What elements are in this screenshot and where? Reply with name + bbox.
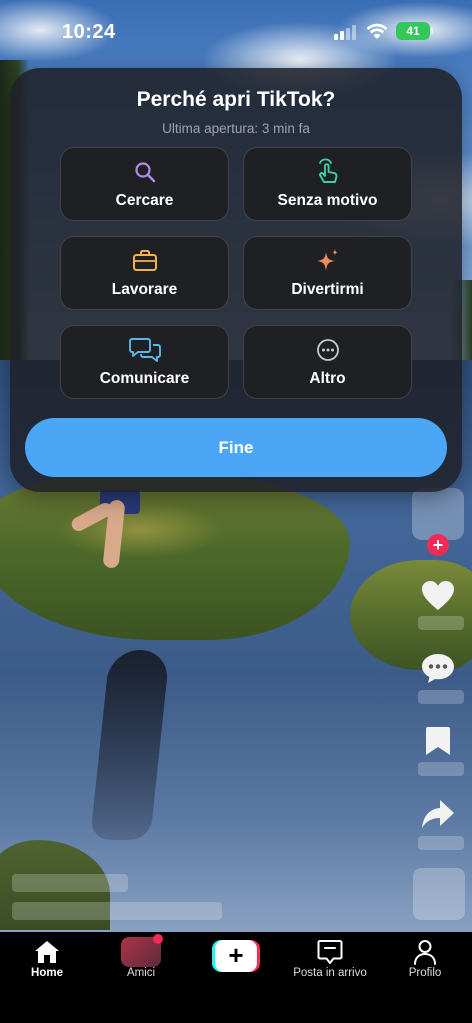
nav-inbox[interactable]: Posta in arrivo [283,932,377,992]
nav-label: Profilo [408,967,442,979]
option-lavorare[interactable]: Lavorare [60,236,229,310]
bottom-nav: Home Amici + Posta in arrivo Profilo [0,932,472,1023]
home-icon [0,938,94,966]
nav-home[interactable]: Home [0,932,94,992]
nav-friends[interactable]: Amici [94,932,188,992]
bookmark-icon[interactable] [412,726,464,756]
creator-avatar[interactable] [412,488,464,540]
popup-subtitle: Ultima apertura: 3 min fa [162,121,310,136]
sparkles-icon [244,247,411,275]
caption-text [12,902,222,920]
grass-island [0,470,350,640]
option-comunicare[interactable]: Comunicare [60,325,229,399]
option-cercare[interactable]: Cercare [60,147,229,221]
option-label: Senza motivo [277,192,378,209]
like-count [418,616,464,630]
comment-icon[interactable] [412,652,464,684]
option-label: Altro [309,370,346,387]
profile-icon [378,938,472,966]
wifi-icon [366,23,388,39]
status-bar: 10:24 41 [0,0,472,60]
follow-plus-icon[interactable]: + [427,534,449,556]
option-label: Comunicare [99,370,190,387]
share-count [418,836,464,850]
nav-label: Amici [126,967,156,979]
briefcase-icon [61,247,228,275]
cellular-signal-icon [334,24,360,40]
popup-title: Perché apri TikTok? [136,88,336,111]
status-time: 10:24 [62,21,116,43]
nav-label: Posta in arrivo [293,967,367,979]
option-label: Divertirmi [291,281,364,298]
nav-label: Home [31,967,63,979]
battery-tip [431,27,433,34]
chat-bubbles-icon [61,336,228,364]
music-disc[interactable] [413,868,465,920]
option-label: Lavorare [111,281,178,298]
search-icon [61,158,228,186]
option-senza-motivo[interactable]: Senza motivo [243,147,412,221]
more-dots-icon [244,336,411,364]
bookmark-count [418,762,464,776]
friends-icon [94,934,188,967]
option-altro[interactable]: Altro [243,325,412,399]
caption-username[interactable] [12,874,128,892]
comment-count [418,690,464,704]
heart-icon[interactable] [412,580,464,612]
nav-create[interactable]: + [189,932,283,992]
option-divertirmi[interactable]: Divertirmi [243,236,412,310]
reason-popup: Perché apri TikTok? Ultima apertura: 3 m… [10,68,462,492]
tap-hand-icon [244,158,411,186]
inbox-icon [283,938,377,966]
person [69,490,150,570]
fine-button[interactable]: Fine [25,418,447,477]
create-plus-icon: + [189,940,283,972]
nav-profile[interactable]: Profilo [378,932,472,992]
battery-icon: 41 [396,22,430,40]
option-label: Cercare [115,192,174,209]
share-icon[interactable] [412,798,464,830]
